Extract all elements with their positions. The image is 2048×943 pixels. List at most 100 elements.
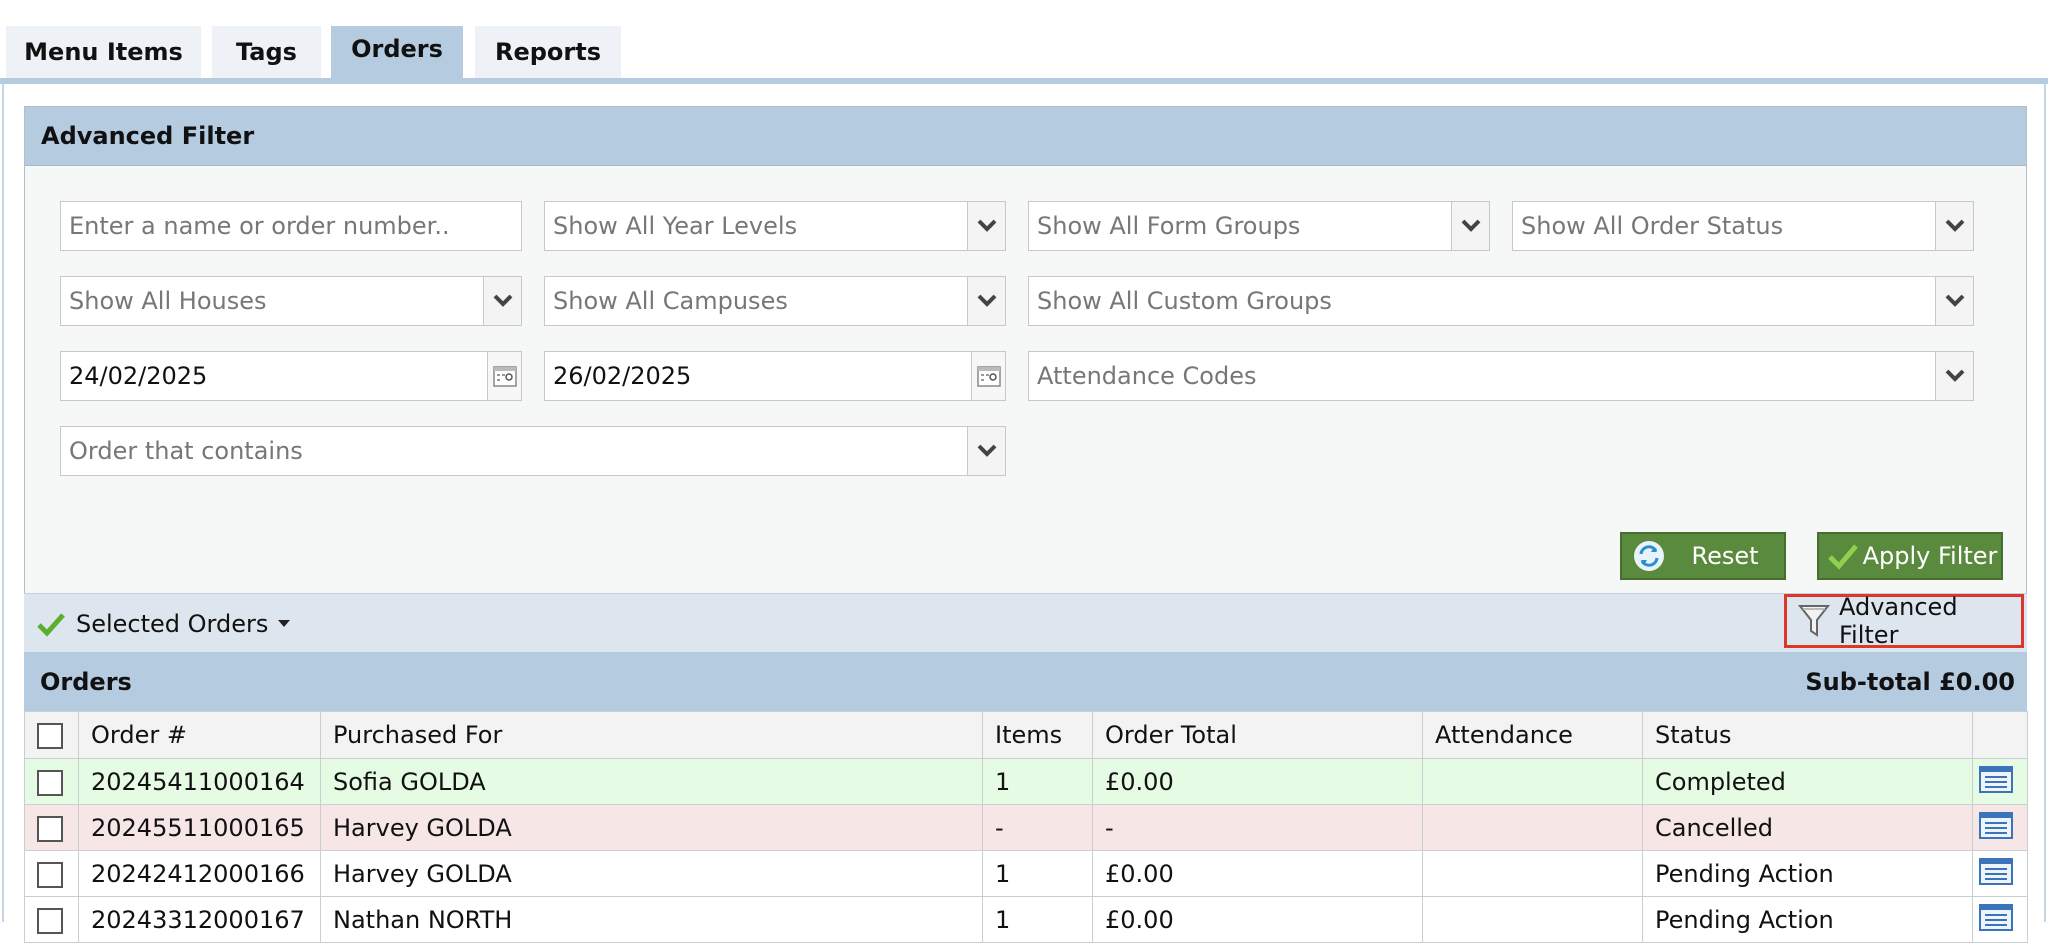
purchased-for: Nathan NORTH xyxy=(320,896,983,943)
order-contains-value: Order that contains xyxy=(69,437,303,465)
chevron-down-icon[interactable] xyxy=(967,277,1005,325)
table-row[interactable]: 20245511000165 Harvey GOLDA - - Cancelle… xyxy=(24,804,2028,851)
details-icon[interactable] xyxy=(1972,896,2028,943)
attendance-codes-select[interactable]: Attendance Codes xyxy=(1028,351,1974,401)
calendar-icon[interactable] xyxy=(971,352,1005,400)
attendance xyxy=(1422,758,1643,805)
checkmark-icon xyxy=(36,611,66,637)
table-row[interactable]: 20245411000164 Sofia GOLDA 1 £0.00 Compl… xyxy=(24,758,2028,805)
selected-orders-label: Selected Orders xyxy=(76,609,269,638)
order-contains-select[interactable]: Order that contains xyxy=(60,426,1006,476)
year-levels-value: Show All Year Levels xyxy=(553,212,798,240)
attendance xyxy=(1422,850,1643,897)
order-total: £0.00 xyxy=(1092,850,1423,897)
year-levels-select[interactable]: Show All Year Levels xyxy=(544,201,1006,251)
order-total: £0.00 xyxy=(1092,758,1423,805)
chevron-down-icon[interactable] xyxy=(967,427,1005,475)
tab-menu-items[interactable]: Menu Items xyxy=(6,26,201,78)
status: Cancelled xyxy=(1642,804,1973,851)
funnel-icon xyxy=(1797,603,1831,639)
order-number: 20245411000164 xyxy=(78,758,321,805)
row-checkbox[interactable] xyxy=(24,804,79,851)
attendance xyxy=(1422,804,1643,851)
details-icon[interactable] xyxy=(1972,804,2028,851)
purchased-for: Sofia GOLDA xyxy=(320,758,983,805)
chevron-down-icon[interactable] xyxy=(967,202,1005,250)
selected-orders-dropdown[interactable]: Selected Orders xyxy=(36,594,291,653)
orders-table: Order # Purchased For Items Order Total … xyxy=(24,711,2028,943)
column-header[interactable]: Purchased For xyxy=(320,711,983,759)
order-number: 20242412000166 xyxy=(78,850,321,897)
column-header[interactable]: Order # xyxy=(78,711,321,759)
subtotal: Sub-total £0.00 xyxy=(1805,667,2015,696)
reset-label: Reset xyxy=(1691,542,1759,570)
checkmark-icon xyxy=(1827,542,1859,570)
reset-button[interactable]: Reset xyxy=(1620,532,1786,580)
custom-groups-select[interactable]: Show All Custom Groups xyxy=(1028,276,1974,326)
status: Pending Action xyxy=(1642,850,1973,897)
date-from-value: 24/02/2025 xyxy=(69,362,208,390)
form-groups-select[interactable]: Show All Form Groups xyxy=(1028,201,1490,251)
chevron-down-icon[interactable] xyxy=(1935,277,1973,325)
select-all-checkbox[interactable] xyxy=(24,711,79,759)
details-icon[interactable] xyxy=(1972,758,2028,805)
houses-select[interactable]: Show All Houses xyxy=(60,276,522,326)
purchased-for: Harvey GOLDA xyxy=(320,850,983,897)
chevron-down-icon[interactable] xyxy=(483,277,521,325)
advanced-filter-header: Advanced Filter xyxy=(25,107,2026,166)
column-header-actions xyxy=(1972,711,2028,759)
apply-filter-label: Apply Filter xyxy=(1862,542,1998,570)
date-to-input[interactable]: 26/02/2025 xyxy=(544,351,1006,401)
campuses-select[interactable]: Show All Campuses xyxy=(544,276,1006,326)
column-header[interactable]: Status xyxy=(1642,711,1973,759)
table-header-row: Order # Purchased For Items Order Total … xyxy=(24,711,2028,759)
date-from-input[interactable]: 24/02/2025 xyxy=(60,351,522,401)
tab-orders[interactable]: Orders xyxy=(331,26,463,78)
column-header[interactable]: Order Total xyxy=(1092,711,1423,759)
status: Pending Action xyxy=(1642,896,1973,943)
search-input[interactable]: Enter a name or order number.. xyxy=(60,201,522,251)
calendar-icon[interactable] xyxy=(487,352,521,400)
advanced-filter-title: Advanced Filter xyxy=(41,122,255,150)
search-placeholder: Enter a name or order number.. xyxy=(69,212,450,240)
orders-toolbar: Selected Orders xyxy=(24,593,2027,652)
tab-reports[interactable]: Reports xyxy=(475,26,621,78)
tab-bar: Menu Items Tags Orders Reports xyxy=(0,0,2048,84)
caret-down-icon xyxy=(278,619,291,628)
form-groups-value: Show All Form Groups xyxy=(1037,212,1301,240)
attendance xyxy=(1422,896,1643,943)
table-row[interactable]: 20242412000166 Harvey GOLDA 1 £0.00 Pend… xyxy=(24,850,2028,897)
row-checkbox[interactable] xyxy=(24,896,79,943)
tab-tags[interactable]: Tags xyxy=(212,26,321,78)
column-header[interactable]: Attendance xyxy=(1422,711,1643,759)
details-icon[interactable] xyxy=(1972,850,2028,897)
order-number: 20245511000165 xyxy=(78,804,321,851)
items-count: - xyxy=(982,804,1093,851)
chevron-down-icon[interactable] xyxy=(1451,202,1489,250)
attendance-codes-value: Attendance Codes xyxy=(1037,362,1257,390)
purchased-for: Harvey GOLDA xyxy=(320,804,983,851)
chevron-down-icon[interactable] xyxy=(1935,352,1973,400)
custom-groups-value: Show All Custom Groups xyxy=(1037,287,1332,315)
items-count: 1 xyxy=(982,896,1093,943)
advanced-filter-button[interactable]: Advanced Filter xyxy=(1784,593,2024,649)
houses-value: Show All Houses xyxy=(69,287,267,315)
order-status-value: Show All Order Status xyxy=(1521,212,1784,240)
order-status-select[interactable]: Show All Order Status xyxy=(1512,201,1974,251)
order-total: - xyxy=(1092,804,1423,851)
column-header[interactable]: Items xyxy=(982,711,1093,759)
date-to-value: 26/02/2025 xyxy=(553,362,692,390)
row-checkbox[interactable] xyxy=(24,850,79,897)
status: Completed xyxy=(1642,758,1973,805)
advanced-filter-label: Advanced Filter xyxy=(1839,593,1958,649)
table-row[interactable]: 20243312000167 Nathan NORTH 1 £0.00 Pend… xyxy=(24,896,2028,943)
order-number: 20243312000167 xyxy=(78,896,321,943)
row-checkbox[interactable] xyxy=(24,758,79,805)
orders-title: Orders xyxy=(40,667,132,696)
apply-filter-button[interactable]: Apply Filter xyxy=(1817,532,2003,580)
items-count: 1 xyxy=(982,850,1093,897)
chevron-down-icon[interactable] xyxy=(1935,202,1973,250)
refresh-icon xyxy=(1632,539,1666,573)
order-total: £0.00 xyxy=(1092,896,1423,943)
campuses-value: Show All Campuses xyxy=(553,287,788,315)
